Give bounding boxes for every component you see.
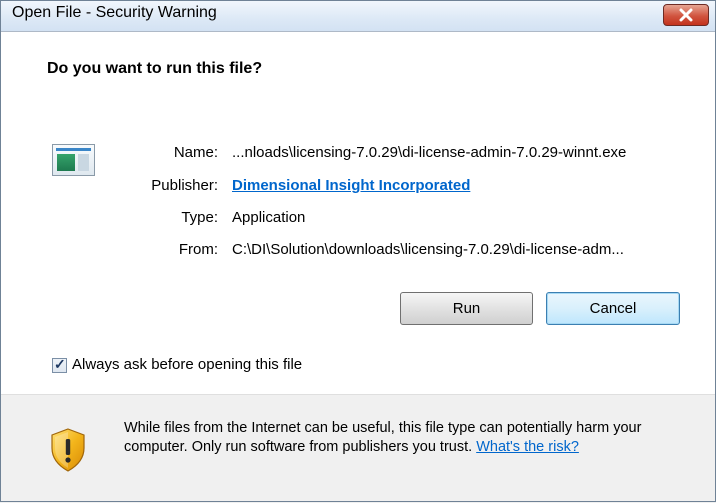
- publisher-label: Publisher:: [151, 177, 218, 194]
- window-title: Open File - Security Warning: [12, 4, 217, 21]
- type-label: Type:: [181, 209, 218, 226]
- close-icon: [679, 8, 693, 22]
- from-label: From:: [178, 241, 218, 258]
- checkmark-icon: ✓: [54, 356, 66, 372]
- application-file-icon: [52, 144, 95, 176]
- publisher-link[interactable]: Dimensional Insight Incorporated: [232, 177, 470, 194]
- always-ask-checkbox[interactable]: ✓: [52, 356, 67, 373]
- title-bar: Open File - Security Warning: [0, 0, 716, 32]
- whats-the-risk-link[interactable]: What's the risk?: [476, 439, 579, 455]
- warning-message: While files from the Internet can be use…: [124, 419, 684, 457]
- always-ask-label[interactable]: Always ask before opening this file: [72, 356, 302, 373]
- dialog-heading: Do you want to run this file?: [47, 60, 263, 77]
- name-value: ...nloads\licensing-7.0.29\di-license-ad…: [232, 144, 627, 161]
- cancel-button[interactable]: Cancel: [546, 292, 680, 325]
- security-shield-icon: [51, 428, 85, 472]
- name-label: Name:: [173, 144, 218, 161]
- type-value: Application: [232, 209, 306, 226]
- close-button[interactable]: [663, 4, 709, 26]
- run-button[interactable]: Run: [400, 292, 533, 325]
- from-value: C:\DI\Solution\downloads\licensing-7.0.2…: [232, 241, 624, 258]
